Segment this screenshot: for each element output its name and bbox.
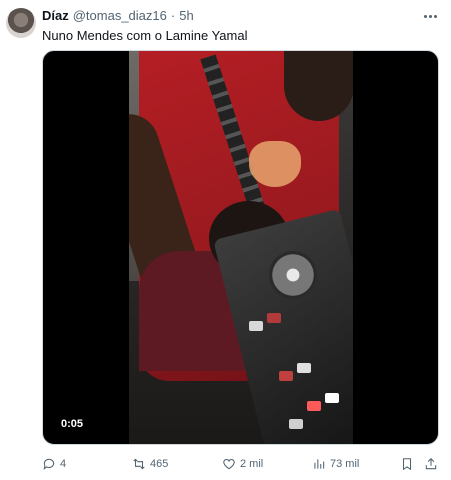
video-duration: 0:05	[57, 416, 88, 432]
tweet-actions: 4 465 2 mil 73 mil	[42, 456, 439, 474]
like-button[interactable]: 2 mil	[222, 456, 263, 472]
views-button[interactable]: 73 mil	[312, 456, 359, 472]
views-count: 73 mil	[330, 458, 360, 470]
more-horizontal-icon[interactable]	[421, 8, 439, 24]
reply-button[interactable]: 4	[42, 456, 66, 472]
author-handle[interactable]: @tomas_diaz16	[73, 8, 167, 23]
controller-pad	[267, 313, 281, 323]
author-name[interactable]: Díaz	[42, 8, 69, 23]
controller-pad	[279, 371, 293, 381]
tweet-text: Nuno Mendes com o Lamine Yamal	[42, 28, 248, 43]
avatar[interactable]	[6, 8, 36, 38]
views-bar-chart-icon	[314, 459, 325, 469]
bookmark-icon	[402, 458, 412, 471]
retweet-icon	[133, 458, 145, 470]
tweet[interactable]: Díaz @tomas_diaz16 · 5h Nuno Mendes com …	[0, 0, 451, 480]
controller-pad	[297, 363, 311, 373]
dj-controller	[213, 208, 353, 444]
jog-wheel	[269, 251, 317, 299]
controller-pad	[325, 393, 339, 403]
bookmark-button[interactable]	[400, 456, 414, 472]
adult-head	[284, 51, 353, 121]
like-count: 2 mil	[240, 458, 264, 470]
retweet-count: 465	[150, 458, 169, 470]
tweet-timestamp[interactable]: 5h	[179, 8, 193, 23]
video-player[interactable]: 0:05	[42, 50, 439, 445]
shirt-logo	[249, 141, 301, 187]
controller-pad	[249, 321, 263, 331]
controller-pad	[289, 419, 303, 429]
reply-icon	[43, 458, 55, 470]
share-button[interactable]	[424, 456, 438, 472]
tweet-header: Díaz @tomas_diaz16 · 5h	[42, 8, 194, 23]
share-icon	[425, 458, 437, 470]
reply-count: 4	[60, 458, 67, 470]
video-frame[interactable]	[129, 51, 353, 444]
retweet-button[interactable]: 465	[132, 456, 168, 472]
separator-dot: ·	[170, 8, 176, 23]
controller-pad	[307, 401, 321, 411]
heart-icon	[223, 459, 235, 470]
